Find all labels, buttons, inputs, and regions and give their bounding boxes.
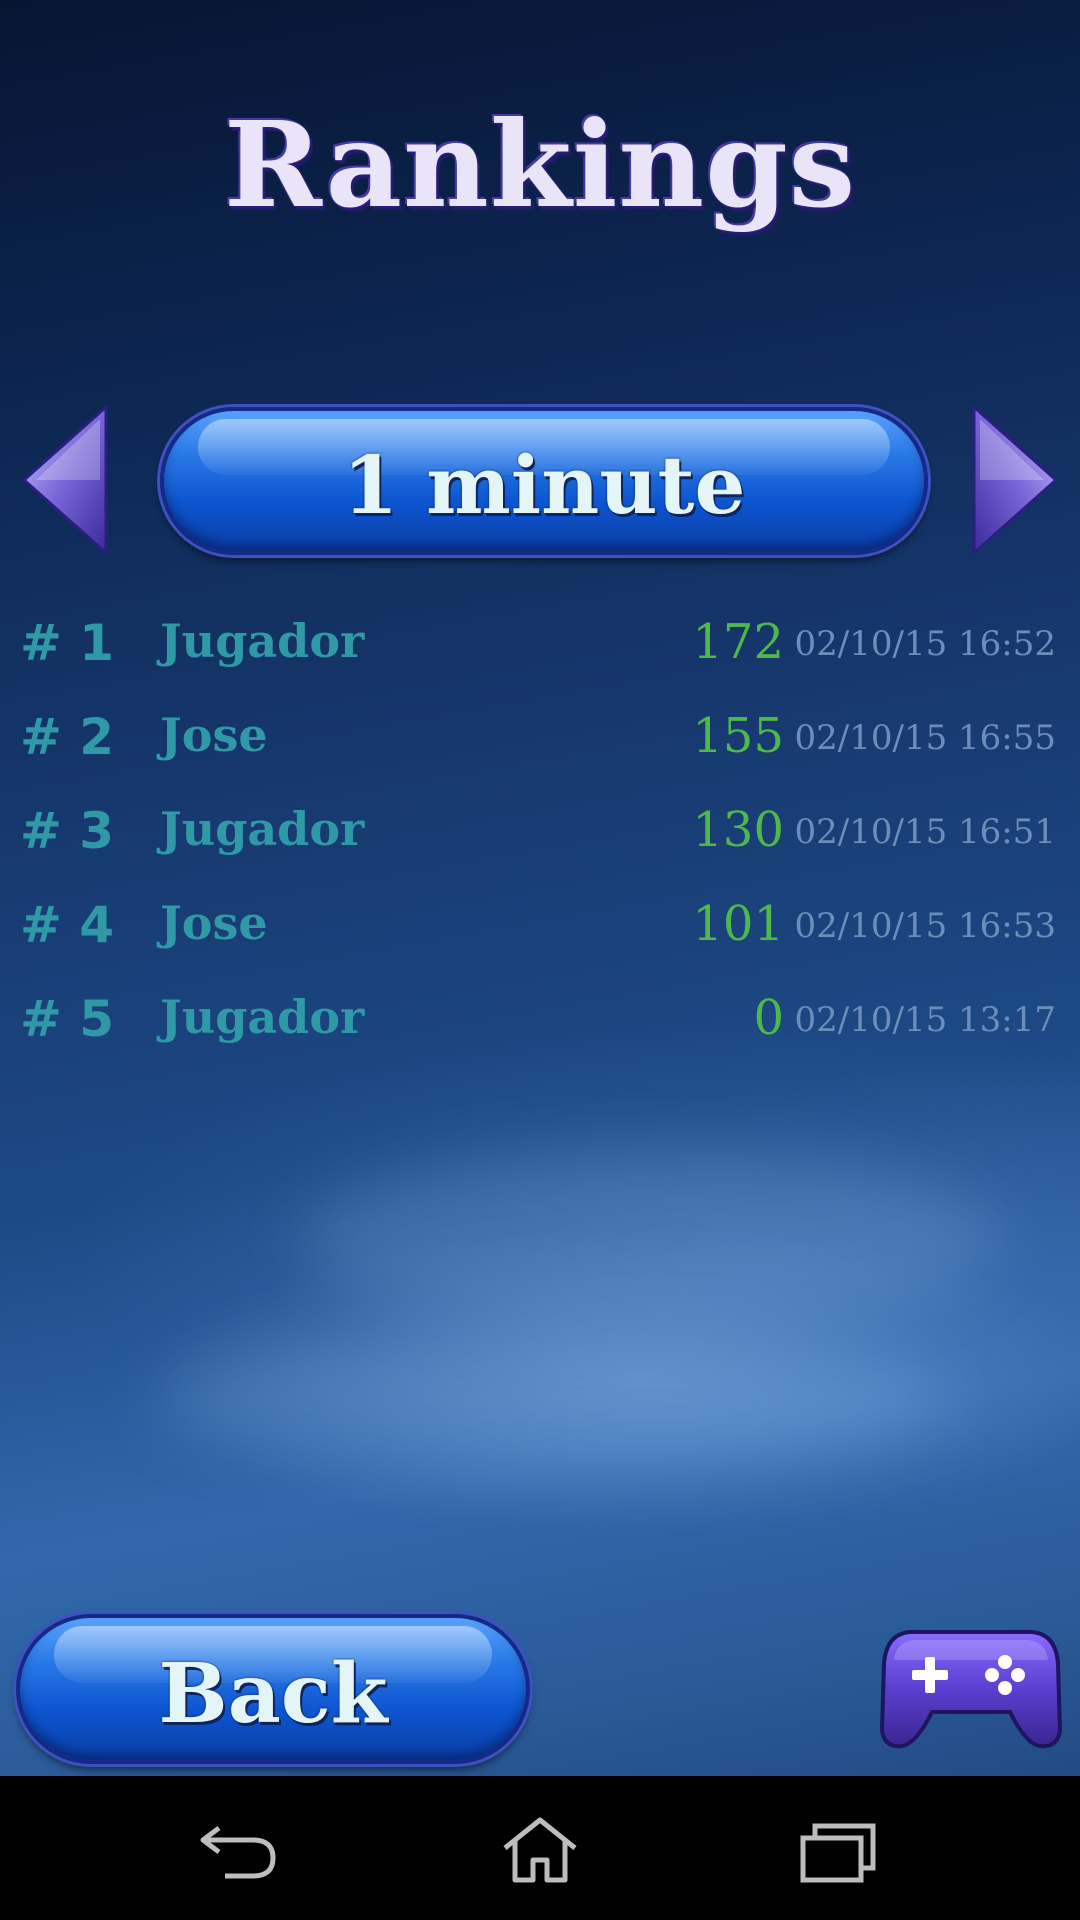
recents-icon[interactable] bbox=[795, 1816, 885, 1886]
player-score: 101 bbox=[692, 896, 784, 952]
background-cloud bbox=[300, 1150, 1000, 1330]
back-button[interactable]: Back bbox=[16, 1614, 530, 1764]
back-button-label: Back bbox=[158, 1646, 388, 1742]
player-score: 155 bbox=[692, 708, 784, 764]
rank-position: # 3 bbox=[20, 802, 115, 860]
player-score: 130 bbox=[692, 802, 784, 858]
score-date: 02/10/15 16:51 bbox=[794, 812, 1057, 852]
player-name: Jugador bbox=[160, 614, 365, 668]
background-cloud bbox=[150, 1330, 950, 1470]
rank-position: # 2 bbox=[20, 708, 115, 766]
score-date: 02/10/15 16:52 bbox=[794, 624, 1057, 664]
ranking-row: # 3 Jugador 130 02/10/15 16:51 bbox=[0, 788, 1080, 882]
rank-position: # 4 bbox=[20, 896, 115, 954]
score-date: 02/10/15 16:53 bbox=[794, 906, 1057, 946]
system-navigation-bar bbox=[0, 1776, 1080, 1920]
rank-position: # 1 bbox=[20, 614, 115, 672]
player-score: 172 bbox=[692, 614, 784, 670]
rank-position: # 5 bbox=[20, 990, 115, 1048]
mode-label: 1 minute bbox=[342, 438, 746, 532]
page-title: Rankings bbox=[223, 95, 857, 234]
player-name: Jugador bbox=[160, 802, 365, 856]
player-name: Jose bbox=[160, 896, 268, 950]
home-icon[interactable] bbox=[495, 1816, 585, 1886]
rankings-screen: Rankings 1 minute # 1 Jugador 172 02/10/… bbox=[0, 0, 1080, 1920]
ranking-row: # 1 Jugador 172 02/10/15 16:52 bbox=[0, 600, 1080, 694]
player-name: Jose bbox=[160, 708, 268, 762]
score-date: 02/10/15 16:55 bbox=[794, 718, 1057, 758]
rankings-list: # 1 Jugador 172 02/10/15 16:52 # 2 Jose … bbox=[0, 600, 1080, 1070]
player-score: 0 bbox=[753, 990, 784, 1046]
previous-mode-arrow-icon[interactable] bbox=[21, 403, 112, 557]
player-name: Jugador bbox=[160, 990, 365, 1044]
ranking-row: # 5 Jugador 0 02/10/15 13:17 bbox=[0, 976, 1080, 1070]
back-arrow-icon[interactable] bbox=[195, 1816, 285, 1886]
next-mode-arrow-icon[interactable] bbox=[968, 403, 1059, 557]
score-date: 02/10/15 13:17 bbox=[794, 1000, 1057, 1040]
ranking-row: # 2 Jose 155 02/10/15 16:55 bbox=[0, 694, 1080, 788]
gamepad-icon[interactable] bbox=[879, 1620, 1063, 1755]
ranking-row: # 4 Jose 101 02/10/15 16:53 bbox=[0, 882, 1080, 976]
mode-selector-button[interactable]: 1 minute bbox=[160, 407, 928, 555]
